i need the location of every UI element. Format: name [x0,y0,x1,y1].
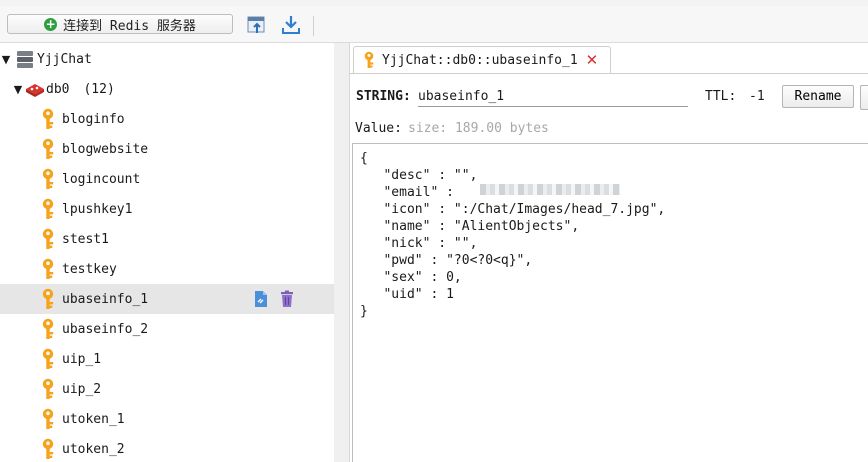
tree-server-item[interactable]: ▼ YjjChat [0,44,334,74]
expand-arrow-icon[interactable]: ▼ [0,53,12,66]
key-icon [40,378,58,400]
key-icon [40,138,58,160]
redacted-email-value [480,184,620,195]
value-size-label: size: 189.00 bytes [408,121,549,136]
value-panel: YjjChat::db0::ubaseinfo_1 ✕ STRING: TTL:… [350,43,868,462]
value-text: { "desc" : "", "email" : "icon" : ":/Cha… [360,150,665,320]
key-item-label: utoken_1 [62,411,125,427]
tab-key-detail[interactable]: YjjChat::db0::ubaseinfo_1 ✕ [353,46,611,73]
key-item-ubaseinfo_1[interactable]: ubaseinfo_1 [0,284,334,314]
key-icon [40,438,58,460]
value-line: "nick" : "", [360,236,478,251]
key-icon [40,258,58,280]
tab-divider [350,73,868,74]
trash-icon[interactable] [278,289,296,309]
key-item-label: blogwebsite [62,141,149,157]
value-line: "pwd" : "?0<?0<q}", [360,253,533,268]
expand-arrow-icon[interactable]: ▼ [12,83,24,96]
key-icon [362,51,376,69]
row-actions [252,289,296,309]
key-icon [40,288,58,310]
key-item-label: ubaseinfo_1 [62,291,149,307]
plus-circle-icon: + [44,16,58,31]
download-icon[interactable] [279,13,303,37]
toolbar: + 连接到 Redis 服务器 [0,6,868,43]
tab-title: YjjChat::db0::ubaseinfo_1 [382,52,578,68]
key-item-uip_1[interactable]: uip_1 [0,344,334,374]
value-line: "sex" : 0, [360,270,462,285]
value-line: "uid" : 1 [360,287,454,302]
server-name: YjjChat [37,51,92,67]
connect-server-button[interactable]: + 连接到 Redis 服务器 [7,14,233,34]
key-item-label: uip_1 [62,351,102,367]
panel-splitter[interactable] [334,43,350,462]
value-label: Value: [355,121,402,136]
key-type-label: STRING: [356,89,411,104]
key-item-lpushkey1[interactable]: lpushkey1 [0,194,334,224]
key-name-input[interactable] [418,86,688,107]
redis-icon [24,80,46,98]
key-item-uip_2[interactable]: uip_2 [0,374,334,404]
value-line: } [360,304,368,319]
key-item-label: ubaseinfo_2 [62,321,149,337]
key-icon [40,198,58,220]
key-icon [40,228,58,250]
key-item-label: testkey [62,261,117,277]
key-icon [40,348,58,370]
key-item-label: uip_2 [62,381,102,397]
ttl-label: TTL: [705,89,737,104]
next-action-button[interactable] [860,85,868,110]
key-item-label: lpushkey1 [62,201,133,217]
value-editor[interactable]: { "desc" : "", "email" : "icon" : ":/Cha… [352,143,868,462]
import-icon[interactable] [245,13,269,37]
connect-server-label: 连接到 Redis 服务器 [63,18,196,34]
toolbar-separator [313,16,314,36]
key-item-testkey[interactable]: testkey [0,254,334,284]
key-item-logincount[interactable]: logincount [0,164,334,194]
key-item-ubaseinfo_2[interactable]: ubaseinfo_2 [0,314,334,344]
key-item-stest1[interactable]: stest1 [0,224,334,254]
key-item-utoken_2[interactable]: utoken_2 [0,434,334,462]
value-line: { [360,151,368,166]
value-line: "icon" : ":/Chat/Images/head_7.jpg", [360,202,666,217]
key-tree-panel: ▼ YjjChat ▼ db0 (12) bloginfo blogwebsite… [0,43,335,462]
rename-button[interactable]: Rename [782,85,854,108]
key-icon [40,108,58,130]
key-item-utoken_1[interactable]: utoken_1 [0,404,334,434]
key-item-label: logincount [62,171,141,187]
value-line: "name" : "AlientObjects", [360,219,580,234]
copy-link-icon[interactable] [252,289,270,309]
db-name: db0 [46,81,70,97]
key-item-bloginfo[interactable]: bloginfo [0,104,334,134]
key-icon [40,168,58,190]
key-item-label: stest1 [62,231,109,247]
value-line: "desc" : "", [360,168,478,183]
key-item-label: utoken_2 [62,441,125,457]
key-icon [40,408,58,430]
close-icon[interactable]: ✕ [586,51,599,69]
ttl-value: -1 [749,89,765,104]
key-item-label: bloginfo [62,111,125,127]
db-key-count: (12) [83,81,115,97]
key-icon [40,318,58,340]
server-icon [15,49,35,69]
key-item-blogwebsite[interactable]: blogwebsite [0,134,334,164]
tree-db-item[interactable]: ▼ db0 (12) [0,74,334,104]
